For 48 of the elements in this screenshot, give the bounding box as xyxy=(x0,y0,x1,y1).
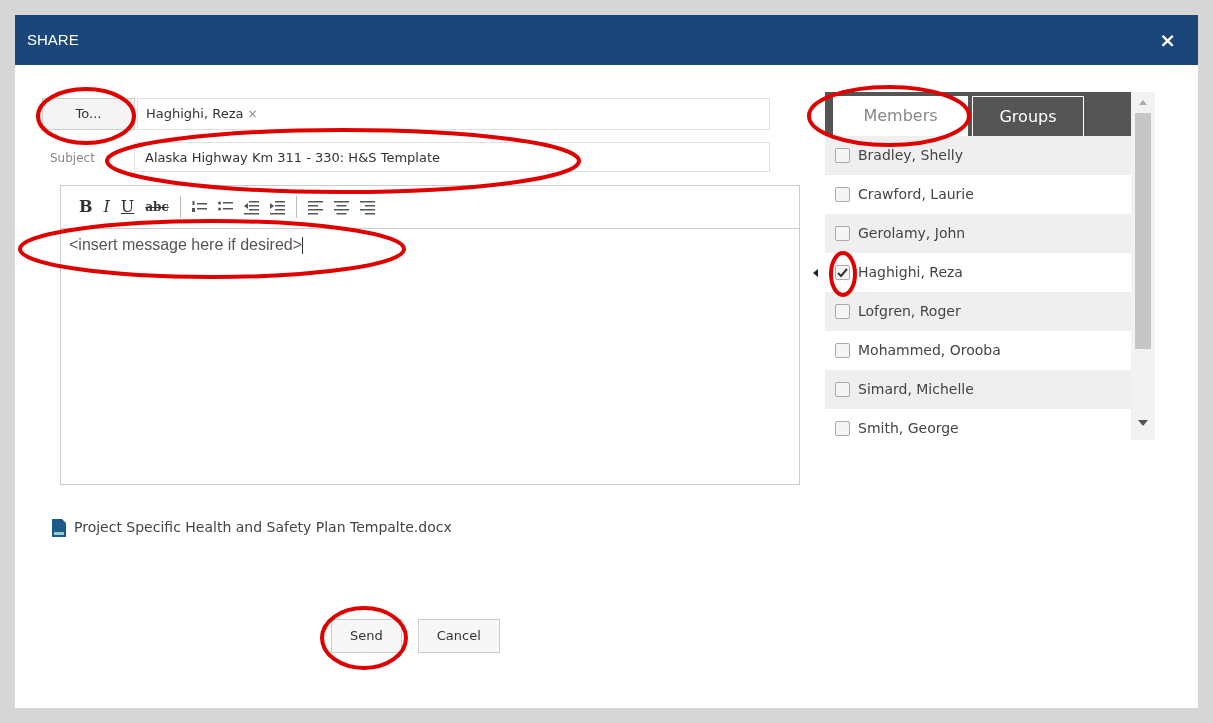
tab[interactable]: Members xyxy=(833,96,968,136)
align-center-icon[interactable] xyxy=(333,199,349,215)
checkbox[interactable] xyxy=(835,265,850,280)
checkbox[interactable] xyxy=(835,421,850,436)
dialog-button[interactable]: Cancel xyxy=(417,619,500,653)
document-icon xyxy=(52,518,66,537)
outdent-icon[interactable] xyxy=(243,199,259,215)
checkbox[interactable] xyxy=(835,343,850,358)
checkbox[interactable] xyxy=(835,187,850,202)
subject-field[interactable]: Alaska Highway Km 311 - 330: H&S Template xyxy=(134,142,770,172)
member-name: Mohammed, Orooba xyxy=(858,341,1001,360)
align-right-icon[interactable] xyxy=(359,199,375,215)
numbered-list-icon[interactable] xyxy=(191,199,207,215)
dialog-button[interactable]: Send xyxy=(331,619,402,653)
text-cursor xyxy=(302,237,303,255)
dialog-title: SHARE xyxy=(27,29,79,50)
remove-recipient-button[interactable]: × xyxy=(247,105,258,123)
checkbox[interactable] xyxy=(835,304,850,319)
member-row[interactable]: Lofgren, Roger xyxy=(825,292,1131,331)
attachment-name[interactable]: Project Specific Health and Safety Plan Tempalte.docx xyxy=(74,517,452,538)
member-name: Crawford, Laurie xyxy=(858,185,974,204)
member-name: Bradley, Shelly xyxy=(858,146,963,165)
member-name: Haghighi, Reza xyxy=(858,263,963,282)
checkbox[interactable] xyxy=(835,226,850,241)
close-button[interactable]: × xyxy=(1159,25,1176,55)
checkbox[interactable] xyxy=(835,382,850,397)
member-row[interactable]: Simard, Michelle xyxy=(825,370,1131,409)
scroll-down-icon[interactable] xyxy=(1138,420,1148,426)
format-button[interactable]: I xyxy=(103,195,110,219)
format-button[interactable]: abc xyxy=(145,198,169,216)
indent-icon[interactable] xyxy=(269,199,285,215)
scrollbar-thumb[interactable] xyxy=(1135,113,1151,349)
member-name: Lofgren, Roger xyxy=(858,302,961,321)
member-row[interactable]: Gerolamy, John xyxy=(825,214,1131,253)
member-name: Gerolamy, John xyxy=(858,224,966,243)
message-field[interactable]: <insert message here if desired> xyxy=(61,228,799,484)
member-row[interactable]: Bradley, Shelly xyxy=(825,136,1131,175)
to-button[interactable]: To... xyxy=(42,98,135,130)
format-button[interactable]: B xyxy=(79,195,93,219)
member-name: Simard, Michelle xyxy=(858,380,974,399)
recipient-name: Haghighi, Reza xyxy=(146,105,244,124)
member-name: Smith, George xyxy=(858,419,959,438)
checkbox[interactable] xyxy=(835,148,850,163)
recipients-field[interactable]: Haghighi, Reza × xyxy=(137,98,770,130)
subject-label: Subject xyxy=(49,151,95,165)
format-button[interactable]: U xyxy=(120,195,135,219)
tab[interactable]: Groups xyxy=(972,96,1084,136)
align-left-icon[interactable] xyxy=(307,199,323,215)
